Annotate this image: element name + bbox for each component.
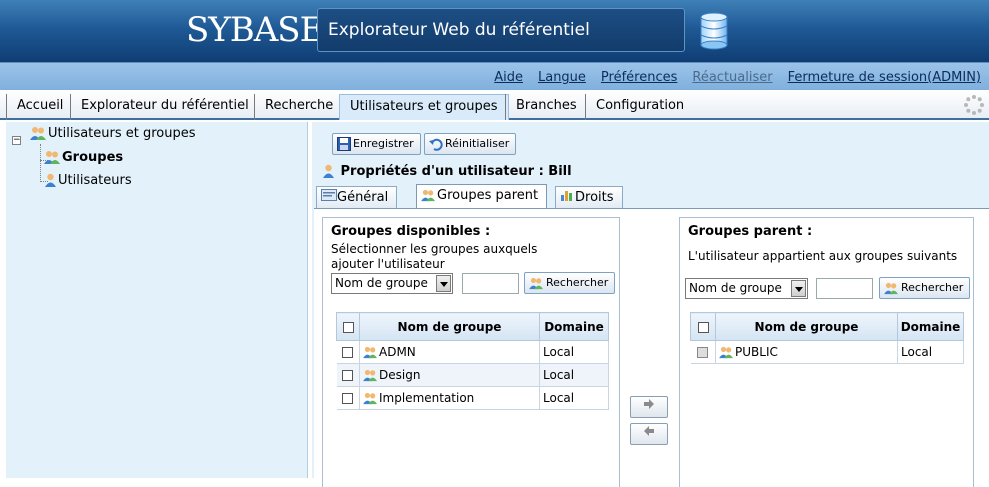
table-header: Nom de groupe Domaine bbox=[336, 312, 609, 341]
column-header-domain: Domaine bbox=[539, 312, 609, 341]
row-checkbox[interactable] bbox=[697, 347, 709, 358]
arrow-right-icon bbox=[644, 399, 654, 409]
remove-from-parent-button[interactable] bbox=[630, 423, 668, 445]
sybase-logo: SYBASE® bbox=[186, 10, 333, 50]
tab-repository-explorer[interactable]: Explorateur du référentiel bbox=[70, 94, 259, 120]
logout-link[interactable]: Fermeture de session(ADMIN) bbox=[788, 70, 981, 85]
tree-item-users[interactable]: Utilisateurs bbox=[44, 172, 132, 190]
available-groups-box: Groupes disponibles : Sélectionner les g… bbox=[322, 217, 620, 487]
app-title: Explorateur Web du référentiel PowerAMC bbox=[317, 8, 685, 82]
select-all-header bbox=[690, 312, 716, 341]
tab-users-groups[interactable]: Utilisateurs et groupes bbox=[339, 94, 509, 120]
table-header: Nom de groupe Domaine bbox=[690, 312, 964, 341]
available-groups-desc-1: Sélectionner les groupes auxquels bbox=[331, 242, 538, 256]
properties-title: Propriétés d'un utilisateur : Bill bbox=[322, 164, 572, 179]
available-search-input[interactable] bbox=[462, 273, 519, 294]
parent-search-input[interactable] bbox=[816, 278, 873, 299]
chevron-down-icon bbox=[791, 280, 806, 297]
select-all-checkbox[interactable] bbox=[697, 321, 709, 333]
group-icon bbox=[44, 151, 60, 164]
tree-item-label: Utilisateurs bbox=[58, 173, 132, 188]
chevron-down-icon bbox=[436, 275, 451, 292]
app-banner: SYBASE® Explorateur Web du référentiel P… bbox=[0, 0, 989, 82]
table-row[interactable]: PUBLIC Local bbox=[690, 340, 964, 364]
search-group-icon bbox=[884, 282, 898, 294]
parent-groups-box: Groupes parent : L'utilisateur appartien… bbox=[679, 217, 974, 487]
available-filter-select[interactable]: Nom de groupe bbox=[331, 273, 453, 294]
select-all-header bbox=[336, 312, 360, 341]
top-link-bar: Aide Langue Préférences Réactualiser Fermetu… bbox=[0, 62, 989, 90]
parent-groups-content: Groupes disponibles : Sélectionner les g… bbox=[314, 208, 989, 487]
floppy-disk-icon bbox=[337, 137, 351, 151]
arrow-left-icon bbox=[644, 426, 654, 436]
group-domain: Local bbox=[897, 340, 964, 364]
user-icon bbox=[323, 164, 334, 178]
group-icon bbox=[363, 346, 377, 359]
table-row[interactable]: Implementation Local bbox=[336, 386, 609, 410]
tree-collapse-toggle[interactable]: − bbox=[12, 136, 21, 145]
tree-item-label: Groupes bbox=[62, 150, 124, 165]
tab-rights[interactable]: Droits bbox=[555, 186, 623, 210]
parent-filter-select[interactable]: Nom de groupe bbox=[685, 278, 808, 299]
users-groups-icon bbox=[30, 127, 46, 140]
available-groups-desc-2: ajouter l'utilisateur bbox=[331, 257, 445, 271]
row-checkbox[interactable] bbox=[342, 393, 354, 404]
tab-configuration[interactable]: Configuration bbox=[585, 94, 694, 120]
available-groups-table: Nom de groupe Domaine ADMN Local Design … bbox=[336, 312, 609, 410]
tab-parent-groups[interactable]: Groupes parent bbox=[416, 184, 548, 210]
table-row[interactable]: ADMN Local bbox=[336, 340, 609, 364]
database-icon bbox=[700, 12, 728, 50]
search-group-icon bbox=[529, 277, 543, 289]
navigation-tree: − Utilisateurs et groupes Groupes Utilis… bbox=[6, 122, 308, 478]
column-header-name: Nom de groupe bbox=[359, 312, 540, 341]
group-icon bbox=[719, 346, 733, 359]
tree-connector bbox=[40, 144, 41, 182]
parent-groups-title: Groupes parent : bbox=[688, 224, 813, 239]
group-name: Implementation bbox=[379, 391, 475, 405]
tree-item-users-groups[interactable]: Utilisateurs et groupes bbox=[30, 125, 196, 143]
top-links: Aide Langue Préférences Réactualiser Fermetu… bbox=[479, 70, 981, 85]
save-button[interactable]: Enregistrer bbox=[332, 133, 421, 155]
add-to-parent-button[interactable] bbox=[630, 396, 668, 418]
loading-spinner-icon bbox=[964, 95, 984, 115]
tab-branches[interactable]: Branches bbox=[505, 94, 587, 120]
user-icon bbox=[45, 173, 56, 187]
user-properties-panel: Enregistrer Réinitialiser Propriétés d'u… bbox=[312, 122, 989, 487]
main-tab-bar: Accueil Explorateur du référentiel Reche… bbox=[0, 90, 989, 120]
column-header-name: Nom de groupe bbox=[715, 312, 898, 341]
reset-button[interactable]: Réinitialiser bbox=[424, 133, 517, 155]
available-search-button[interactable]: Rechercher bbox=[524, 272, 616, 294]
refresh-link[interactable]: Réactualiser bbox=[692, 70, 772, 85]
parent-groups-table: Nom de groupe Domaine PUBLIC Local bbox=[690, 312, 964, 364]
select-all-checkbox[interactable] bbox=[342, 321, 354, 333]
tree-item-label: Utilisateurs et groupes bbox=[48, 126, 196, 141]
group-name: ADMN bbox=[379, 345, 416, 359]
parent-groups-desc: L'utilisateur appartient aux groupes sui… bbox=[688, 249, 958, 263]
tree-item-groups[interactable]: Groupes bbox=[44, 149, 123, 167]
general-icon bbox=[321, 189, 337, 201]
group-icon bbox=[421, 189, 435, 202]
available-groups-title: Groupes disponibles : bbox=[331, 224, 491, 239]
tab-general[interactable]: Général bbox=[316, 186, 398, 210]
table-row[interactable]: Design Local bbox=[336, 363, 609, 387]
tab-home[interactable]: Accueil bbox=[6, 94, 73, 120]
group-domain: Local bbox=[539, 386, 609, 410]
column-header-domain: Domaine bbox=[897, 312, 964, 341]
logo-text: SYBASE bbox=[186, 10, 324, 50]
preferences-link[interactable]: Préférences bbox=[601, 70, 677, 85]
group-name: PUBLIC bbox=[735, 345, 778, 359]
undo-icon bbox=[429, 138, 443, 151]
group-icon bbox=[363, 369, 377, 382]
language-link[interactable]: Langue bbox=[538, 70, 586, 85]
rights-chart-icon bbox=[561, 191, 572, 201]
row-checkbox[interactable] bbox=[342, 347, 354, 358]
group-name: Design bbox=[379, 368, 421, 382]
parent-search-button[interactable]: Rechercher bbox=[879, 277, 971, 299]
group-icon bbox=[363, 392, 377, 405]
tab-search[interactable]: Recherche bbox=[254, 94, 343, 120]
row-checkbox[interactable] bbox=[342, 370, 354, 381]
group-domain: Local bbox=[539, 363, 609, 387]
group-domain: Local bbox=[539, 340, 609, 364]
help-link[interactable]: Aide bbox=[494, 70, 523, 85]
